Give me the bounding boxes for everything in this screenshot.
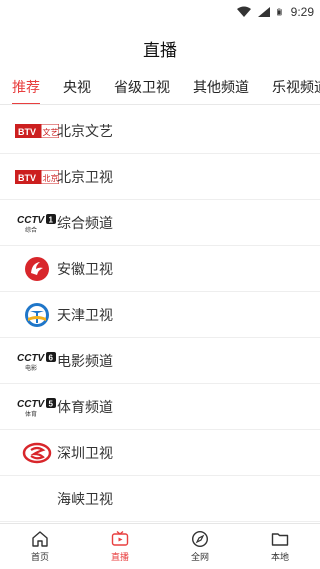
svg-text:BTV: BTV — [18, 127, 36, 137]
cctv-logo: CCTV 5 体育 — [15, 394, 59, 420]
tv-icon — [111, 530, 129, 546]
svg-text:综合: 综合 — [25, 226, 37, 234]
svg-text:CCTV: CCTV — [17, 215, 46, 226]
channel-name: 电影频道 — [57, 354, 113, 370]
signal-icon — [257, 7, 270, 17]
tab-letv[interactable]: 乐视频道 — [272, 77, 320, 103]
compass-icon — [191, 530, 209, 548]
wifi-icon — [236, 6, 251, 17]
nav-live[interactable]: 直播 — [80, 524, 160, 569]
channel-name: 北京卫视 — [57, 170, 113, 186]
channel-logo-empty — [15, 486, 59, 512]
status-bar: 9:29 — [0, 0, 320, 24]
page-title: 直播 — [143, 41, 177, 61]
channel-item[interactable]: 天津卫视 — [0, 292, 320, 338]
channel-name: 安徽卫视 — [57, 262, 113, 278]
channel-item[interactable]: BTV 北京 北京卫视 — [0, 154, 320, 200]
channel-name: 综合频道 — [57, 216, 113, 232]
category-tabs: 推荐 央视 省级卫视 其他频道 乐视频道 — [0, 76, 320, 104]
nav-home[interactable]: 首页 — [0, 524, 80, 569]
bottom-nav: 首页 直播 全网 本地 — [0, 523, 320, 569]
svg-text:6: 6 — [49, 354, 54, 363]
tab-provincial[interactable]: 省级卫视 — [114, 77, 170, 103]
nav-label: 全网 — [190, 553, 209, 563]
nav-label: 首页 — [30, 553, 49, 563]
tab-recommend[interactable]: 推荐 — [12, 77, 40, 104]
channel-item[interactable]: CCTV 1 综合 综合频道 — [0, 200, 320, 246]
channel-list: BTV 文艺 北京文艺 BTV 北京 北京卫视 CCTV 1 综合 综合频道 安… — [0, 108, 320, 522]
tab-cctv[interactable]: 央视 — [63, 77, 91, 103]
channel-name: 天津卫视 — [57, 308, 113, 324]
svg-text:1: 1 — [49, 216, 54, 225]
channel-name: 海峡卫视 — [57, 492, 113, 508]
channel-item[interactable]: 海峡卫视 — [0, 476, 320, 522]
nav-all[interactable]: 全网 — [160, 524, 240, 569]
channel-item[interactable]: CCTV 6 电影 电影频道 — [0, 338, 320, 384]
tianjin-logo — [15, 302, 59, 328]
home-icon — [32, 531, 48, 547]
channel-item[interactable]: 安徽卫视 — [0, 246, 320, 292]
channel-name: 体育频道 — [57, 400, 113, 416]
channel-name: 深圳卫视 — [57, 446, 113, 462]
svg-text:BTV: BTV — [18, 173, 36, 183]
channel-item[interactable]: 深圳卫视 — [0, 430, 320, 476]
battery-icon — [276, 8, 282, 16]
svg-text:5: 5 — [49, 400, 54, 409]
channel-item[interactable]: BTV 文艺 北京文艺 — [0, 108, 320, 154]
svg-text:CCTV: CCTV — [17, 353, 46, 364]
folder-icon — [271, 533, 289, 546]
svg-text:体育: 体育 — [25, 410, 37, 418]
channel-item[interactable]: CCTV 5 体育 体育频道 — [0, 384, 320, 430]
nav-label: 本地 — [270, 553, 289, 563]
anhui-logo — [15, 256, 59, 282]
btv-logo: BTV 北京 — [15, 164, 59, 190]
channel-name: 北京文艺 — [57, 124, 113, 140]
btv-logo: BTV 文艺 — [15, 118, 59, 144]
status-time: 9:29 — [290, 5, 314, 19]
nav-local[interactable]: 本地 — [240, 524, 320, 569]
nav-label: 直播 — [110, 553, 129, 563]
cctv-logo: CCTV 6 电影 — [15, 348, 59, 374]
tab-divider — [0, 104, 320, 105]
svg-text:电影: 电影 — [25, 364, 37, 372]
tab-other[interactable]: 其他频道 — [193, 77, 249, 103]
shenzhen-logo — [15, 440, 59, 466]
cctv-logo: CCTV 1 综合 — [15, 210, 59, 236]
svg-text:CCTV: CCTV — [17, 399, 46, 410]
